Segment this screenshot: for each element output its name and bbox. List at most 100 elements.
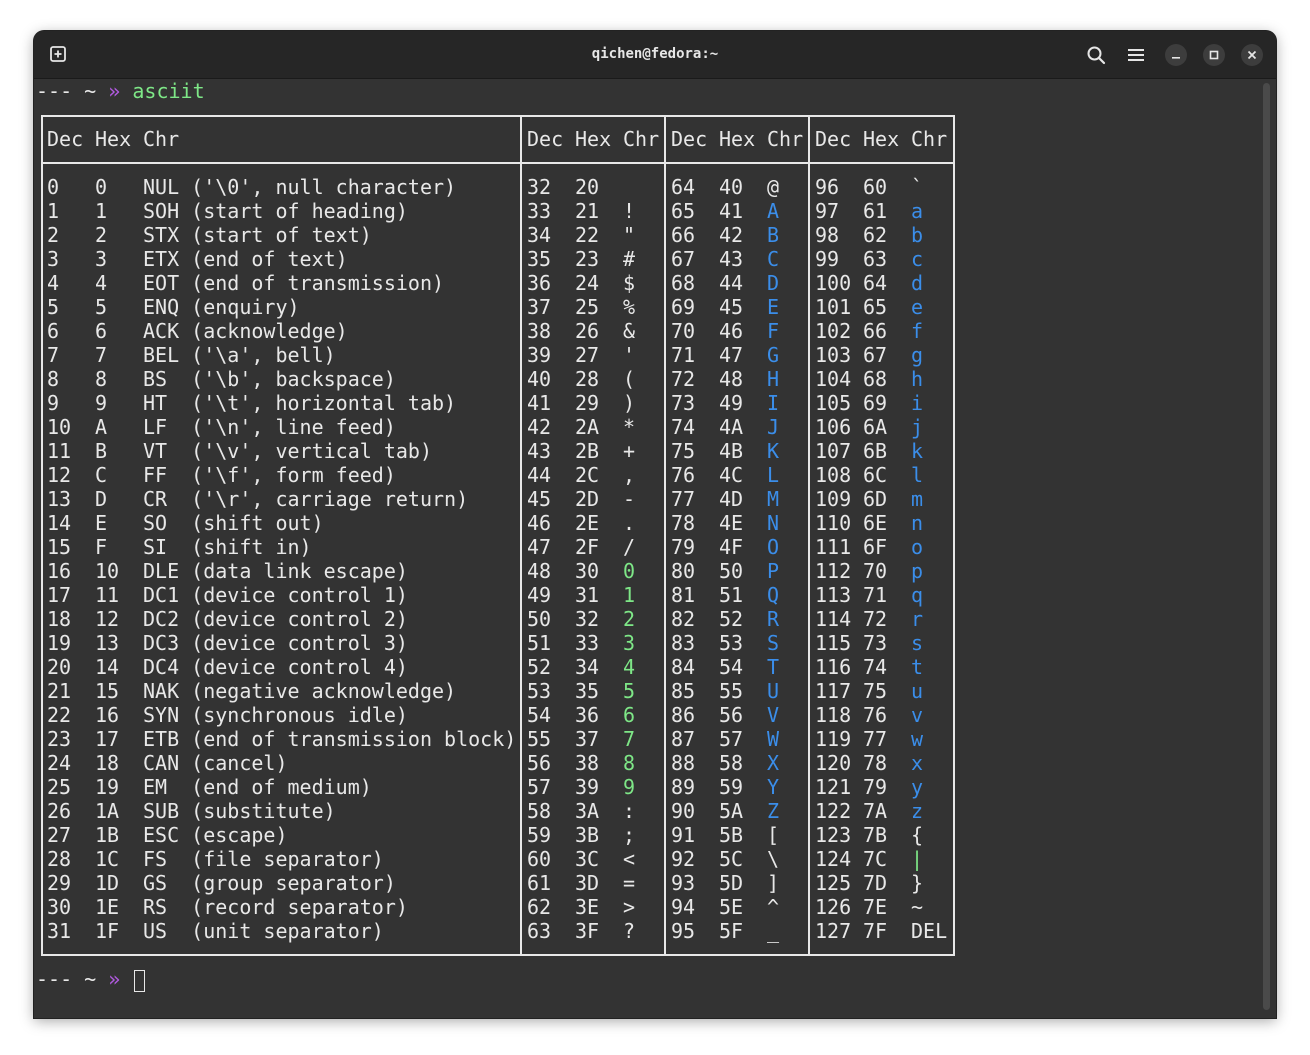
cell-chr: CAN (cancel) bbox=[143, 751, 288, 775]
minimize-button[interactable] bbox=[1165, 44, 1187, 66]
cell-dec: 119 bbox=[815, 727, 852, 751]
cell-chr: M bbox=[767, 487, 780, 511]
header-dec: Dec bbox=[815, 127, 852, 151]
cell-hex: 2E bbox=[575, 511, 600, 535]
cell-dec: 54 bbox=[527, 703, 552, 727]
cell-hex: 20 bbox=[575, 175, 600, 199]
cell-chr: j bbox=[911, 415, 924, 439]
cell-hex: 7B bbox=[863, 823, 888, 847]
header-chr: Chr bbox=[623, 127, 660, 151]
cell-dec: 19 bbox=[47, 631, 72, 655]
cell-hex: 53 bbox=[719, 631, 744, 655]
cell-hex: 7E bbox=[863, 895, 888, 919]
cell-hex: 11 bbox=[95, 583, 120, 607]
cell-dec: 93 bbox=[671, 871, 696, 895]
cell-hex: 42 bbox=[719, 223, 744, 247]
prompt-arrow: » bbox=[108, 79, 121, 103]
cell-hex: 27 bbox=[575, 343, 600, 367]
cell-hex: 26 bbox=[575, 319, 600, 343]
cell-chr: T bbox=[767, 655, 780, 679]
cell-hex: 6D bbox=[863, 487, 888, 511]
cell-dec: 91 bbox=[671, 823, 696, 847]
cell-chr: SYN (synchronous idle) bbox=[143, 703, 408, 727]
cell-chr: X bbox=[767, 751, 780, 775]
menu-button[interactable] bbox=[1125, 44, 1147, 66]
cell-dec: 2 bbox=[47, 223, 60, 247]
close-button[interactable] bbox=[1241, 44, 1263, 66]
cell-dec: 36 bbox=[527, 271, 552, 295]
cell-chr: " bbox=[623, 223, 636, 247]
cell-hex: 14 bbox=[95, 655, 120, 679]
cell-chr: 5 bbox=[623, 679, 636, 703]
cell-chr: o bbox=[911, 535, 924, 559]
cell-chr: } bbox=[911, 871, 924, 895]
terminal-area[interactable]: --- ~ » asciit Dec Hex Chr 0 0 NUL ('\0', nul… bbox=[34, 79, 1276, 1018]
cell-chr: DEL bbox=[911, 919, 948, 943]
cell-chr: v bbox=[911, 703, 924, 727]
cell-hex: 1 bbox=[95, 199, 108, 223]
search-button[interactable] bbox=[1085, 44, 1107, 66]
cell-hex: 5C bbox=[719, 847, 744, 871]
cell-dec: 100 bbox=[815, 271, 852, 295]
cell-dec: 18 bbox=[47, 607, 72, 631]
header-chr: Chr bbox=[767, 127, 804, 151]
maximize-button[interactable] bbox=[1203, 44, 1225, 66]
header-chr: Chr bbox=[143, 127, 180, 151]
cell-hex: 1A bbox=[95, 799, 120, 823]
cell-chr: GS (group separator) bbox=[143, 871, 396, 895]
cell-hex: 2C bbox=[575, 463, 600, 487]
cell-dec: 81 bbox=[671, 583, 696, 607]
cell-dec: 90 bbox=[671, 799, 696, 823]
cell-hex: 1B bbox=[95, 823, 120, 847]
cell-chr: A bbox=[767, 199, 780, 223]
cell-dec: 40 bbox=[527, 367, 552, 391]
cell-chr: e bbox=[911, 295, 924, 319]
cell-hex: 36 bbox=[575, 703, 600, 727]
prompt-dashes: --- bbox=[36, 79, 73, 103]
cell-dec: 70 bbox=[671, 319, 696, 343]
cell-dec: 102 bbox=[815, 319, 852, 343]
cell-chr: c bbox=[911, 247, 924, 271]
cell-chr: U bbox=[767, 679, 780, 703]
cell-chr: N bbox=[767, 511, 780, 535]
cell-dec: 114 bbox=[815, 607, 852, 631]
cell-dec: 22 bbox=[47, 703, 72, 727]
cell-dec: 83 bbox=[671, 631, 696, 655]
cell-hex: 3F bbox=[575, 919, 600, 943]
cell-hex: 2A bbox=[575, 415, 600, 439]
cell-chr: ) bbox=[623, 391, 636, 415]
cell-dec: 116 bbox=[815, 655, 852, 679]
cell-dec: 117 bbox=[815, 679, 852, 703]
cell-chr: * bbox=[623, 415, 636, 439]
cell-hex: 4F bbox=[719, 535, 744, 559]
cell-hex: 49 bbox=[719, 391, 744, 415]
cell-hex: C bbox=[95, 463, 108, 487]
cell-dec: 30 bbox=[47, 895, 72, 919]
cell-hex: 72 bbox=[863, 607, 888, 631]
cell-chr: , bbox=[623, 463, 636, 487]
cell-dec: 11 bbox=[47, 439, 72, 463]
cell-hex: 7D bbox=[863, 871, 888, 895]
prompt-line: --- ~ » bbox=[36, 967, 146, 992]
cell-chr: RS (record separator) bbox=[143, 895, 408, 919]
cell-hex: 62 bbox=[863, 223, 888, 247]
cell-chr: w bbox=[911, 727, 924, 751]
cell-hex: 0 bbox=[95, 175, 108, 199]
cell-chr: \ bbox=[767, 847, 780, 871]
cell-dec: 27 bbox=[47, 823, 72, 847]
cell-chr: SI (shift in) bbox=[143, 535, 312, 559]
cell-dec: 105 bbox=[815, 391, 852, 415]
cell-dec: 10 bbox=[47, 415, 72, 439]
scrollbar[interactable] bbox=[1263, 83, 1270, 1010]
cell-hex: D bbox=[95, 487, 108, 511]
cell-hex: 69 bbox=[863, 391, 888, 415]
minimize-icon bbox=[1172, 57, 1180, 59]
cell-hex: 16 bbox=[95, 703, 120, 727]
column-divider bbox=[808, 115, 810, 956]
cell-dec: 35 bbox=[527, 247, 552, 271]
cell-chr: FS (file separator) bbox=[143, 847, 384, 871]
cell-dec: 13 bbox=[47, 487, 72, 511]
cell-chr: . bbox=[623, 511, 636, 535]
cell-hex: 40 bbox=[719, 175, 744, 199]
cell-hex: 75 bbox=[863, 679, 888, 703]
